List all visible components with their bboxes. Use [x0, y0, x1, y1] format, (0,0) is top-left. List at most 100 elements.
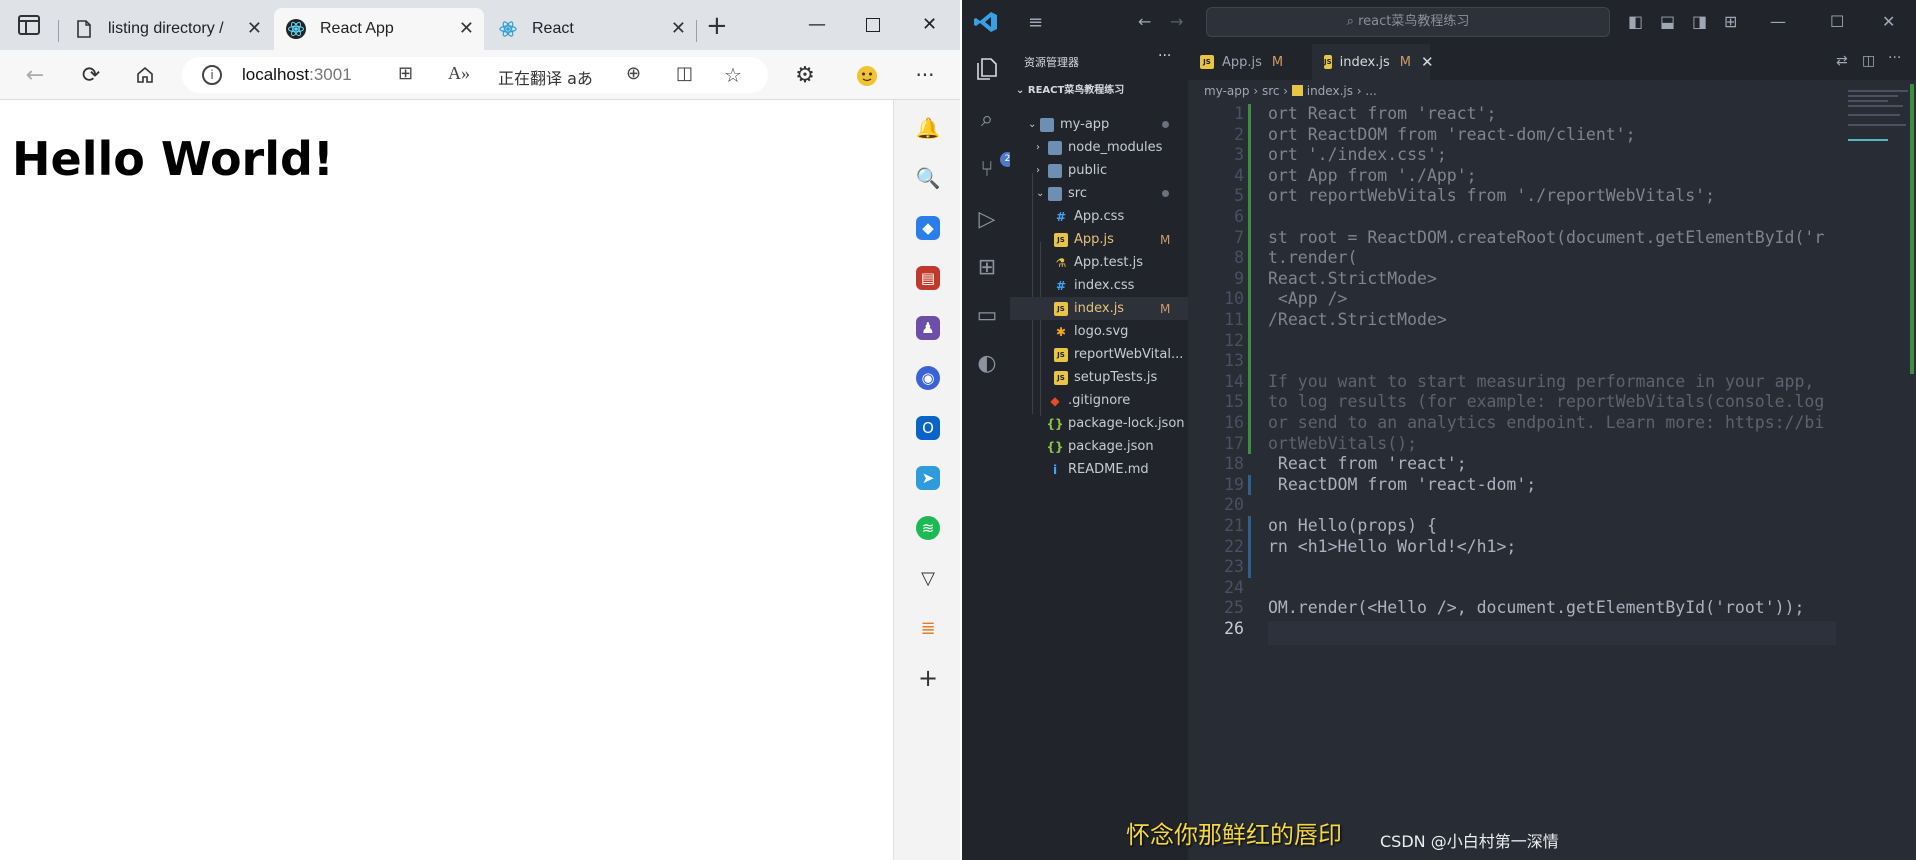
more-menu-icon[interactable]: ···: [912, 62, 938, 88]
minimize-icon[interactable]: —: [808, 14, 826, 35]
tools-icon[interactable]: ▤: [916, 266, 940, 290]
home-icon[interactable]: [132, 62, 158, 88]
outlook-icon[interactable]: O: [916, 416, 940, 440]
search-icon[interactable]: ⌕: [974, 106, 1000, 132]
source-control-icon[interactable]: ⑂ 2: [974, 152, 1015, 182]
tree-item[interactable]: › node_modules: [1010, 136, 1188, 159]
edge-devtools-icon[interactable]: ◐: [974, 350, 1000, 376]
code-line[interactable]: OM.render(<Hello />, document.getElement…: [1268, 598, 1804, 617]
url-omnibox[interactable]: i localhost:3001 ⊞ A» 正在翻译 aあ ⊕ ◫ ☆: [182, 57, 768, 93]
zoom-icon[interactable]: ⊕: [626, 63, 641, 84]
read-aloud-icon[interactable]: A»: [448, 63, 470, 84]
workspace-root[interactable]: ⌄ REACT菜鸟教程练习: [1016, 81, 1124, 96]
editor-tab-app-js[interactable]: JS App.js M: [1188, 44, 1300, 80]
send-icon[interactable]: ➤: [916, 466, 940, 490]
run-debug-icon[interactable]: ▷: [974, 206, 1000, 232]
toggle-sidebar-icon[interactable]: ◧: [1628, 12, 1643, 31]
close-window-icon[interactable]: ✕: [922, 14, 937, 35]
tab-listing-directory[interactable]: listing directory / ✕: [62, 8, 272, 50]
bell-icon[interactable]: 🔔: [916, 116, 941, 140]
breadcrumb-item[interactable]: ...: [1365, 84, 1376, 98]
split-editor-icon[interactable]: ◫: [1862, 53, 1875, 69]
tree-item[interactable]: # App.css: [1010, 205, 1188, 228]
extensions-icon[interactable]: ⚙: [792, 62, 818, 88]
microsoft365-icon[interactable]: ◉: [916, 366, 940, 390]
code-line[interactable]: rn <h1>Hello World!</h1>;: [1268, 537, 1516, 556]
explorer-files-icon[interactable]: [974, 56, 1000, 82]
drop-icon[interactable]: ▽: [916, 566, 940, 590]
tree-item[interactable]: › public: [1010, 159, 1188, 182]
code-line[interactable]: ort React from 'react';: [1268, 104, 1496, 123]
tree-item[interactable]: JS index.js M: [1010, 297, 1188, 320]
spotify-icon[interactable]: ≋: [916, 516, 940, 540]
tree-item[interactable]: ◆ .gitignore: [1010, 389, 1188, 412]
close-icon[interactable]: ✕: [247, 18, 262, 39]
code-line[interactable]: If you want to start measuring performan…: [1268, 372, 1814, 391]
code-line[interactable]: React.StrictMode>: [1268, 269, 1437, 288]
code-line[interactable]: on Hello(props) {: [1268, 516, 1437, 535]
tree-item[interactable]: # index.css: [1010, 274, 1188, 297]
search-icon[interactable]: 🔍: [916, 166, 941, 190]
hamburger-menu-icon[interactable]: ≡: [1028, 12, 1043, 33]
code-line[interactable]: ort ReactDOM from 'react-dom/client';: [1268, 125, 1636, 144]
code-line[interactable]: to log results (for example: reportWebVi…: [1268, 392, 1824, 411]
code-line[interactable]: React from 'react';: [1268, 454, 1467, 473]
info-icon[interactable]: i: [202, 65, 222, 85]
more-actions-icon[interactable]: ···: [1888, 50, 1901, 66]
code-line[interactable]: st root = ReactDOM.createRoot(document.g…: [1268, 228, 1824, 247]
tree-item[interactable]: JS App.js M: [1010, 228, 1188, 251]
new-tab-plus-icon[interactable]: +: [706, 13, 728, 39]
games-icon[interactable]: ♟: [916, 316, 940, 340]
tab-react-app[interactable]: React App ✕: [274, 8, 484, 50]
toggle-secondary-sidebar-icon[interactable]: ◨: [1692, 12, 1707, 31]
toggle-panel-icon[interactable]: ⬓: [1660, 12, 1675, 31]
code-line[interactable]: or send to an analytics endpoint. Learn …: [1268, 413, 1824, 432]
code-line[interactable]: /React.StrictMode>: [1268, 310, 1447, 329]
close-icon[interactable]: ✕: [459, 18, 474, 39]
add-sidebar-item-icon[interactable]: +: [916, 664, 940, 692]
tree-item[interactable]: JS reportWebVital...: [1010, 343, 1188, 366]
code-editor[interactable]: 1 ort React from 'react'; 2 ort ReactDOM fr…: [1188, 104, 1916, 804]
shopping-tag-icon[interactable]: ◆: [916, 216, 940, 240]
tab-react[interactable]: React ✕: [486, 8, 696, 50]
profile-avatar-icon[interactable]: [854, 62, 880, 88]
close-window-icon[interactable]: ✕: [1882, 12, 1895, 31]
customize-layout-icon[interactable]: ⊞: [1724, 12, 1737, 31]
apps-icon[interactable]: ⊞: [398, 63, 413, 84]
split-screen-icon[interactable]: ◫: [676, 63, 693, 84]
close-icon[interactable]: ✕: [1421, 53, 1434, 71]
more-actions-icon[interactable]: ···: [1158, 48, 1171, 64]
compare-changes-icon[interactable]: ⇄: [1836, 53, 1848, 69]
tree-item[interactable]: {} package-lock.json: [1010, 412, 1188, 435]
breadcrumb-item[interactable]: index.js: [1307, 84, 1353, 98]
tree-item[interactable]: i README.md: [1010, 458, 1188, 481]
tree-item[interactable]: ✱ logo.svg: [1010, 320, 1188, 343]
minimap[interactable]: [1840, 84, 1916, 404]
translate-status[interactable]: 正在翻译 aあ: [498, 65, 593, 89]
code-line[interactable]: ReactDOM from 'react-dom';: [1268, 475, 1536, 494]
code-line[interactable]: <App />: [1268, 289, 1348, 308]
favorite-star-icon[interactable]: ☆: [724, 63, 742, 87]
code-line[interactable]: ort App from './App';: [1268, 166, 1477, 185]
minimize-icon[interactable]: —: [1770, 12, 1786, 31]
tab-actions-icon[interactable]: [18, 15, 40, 35]
tree-item[interactable]: ⌄ my-app: [1010, 113, 1188, 136]
tree-item[interactable]: {} package.json: [1010, 435, 1188, 458]
tree-item[interactable]: ⌄ src: [1010, 182, 1188, 205]
code-line[interactable]: ortWebVitals();: [1268, 434, 1417, 453]
forward-arrow-icon[interactable]: →: [1170, 12, 1183, 31]
command-center-search[interactable]: ⌕ react菜鸟教程练习: [1206, 7, 1610, 37]
back-arrow-icon[interactable]: ←: [1138, 12, 1151, 31]
refresh-icon[interactable]: ⟳: [78, 62, 104, 88]
remote-explorer-icon[interactable]: ▭: [974, 302, 1000, 328]
maximize-icon[interactable]: ☐: [1830, 12, 1844, 31]
back-arrow-icon[interactable]: ←: [22, 62, 48, 88]
maximize-icon[interactable]: [866, 18, 880, 32]
code-line[interactable]: ort './index.css';: [1268, 145, 1447, 164]
tree-item[interactable]: JS setupTests.js: [1010, 366, 1188, 389]
breadcrumb-item[interactable]: my-app: [1204, 84, 1250, 98]
editor-tab-index-js[interactable]: JS index.js M ✕: [1312, 44, 1434, 80]
tree-item[interactable]: ⚗ App.test.js: [1010, 251, 1188, 274]
code-line[interactable]: ort reportWebVitals from './reportWebVit…: [1268, 186, 1715, 205]
extensions-icon[interactable]: ⊞: [974, 254, 1000, 280]
